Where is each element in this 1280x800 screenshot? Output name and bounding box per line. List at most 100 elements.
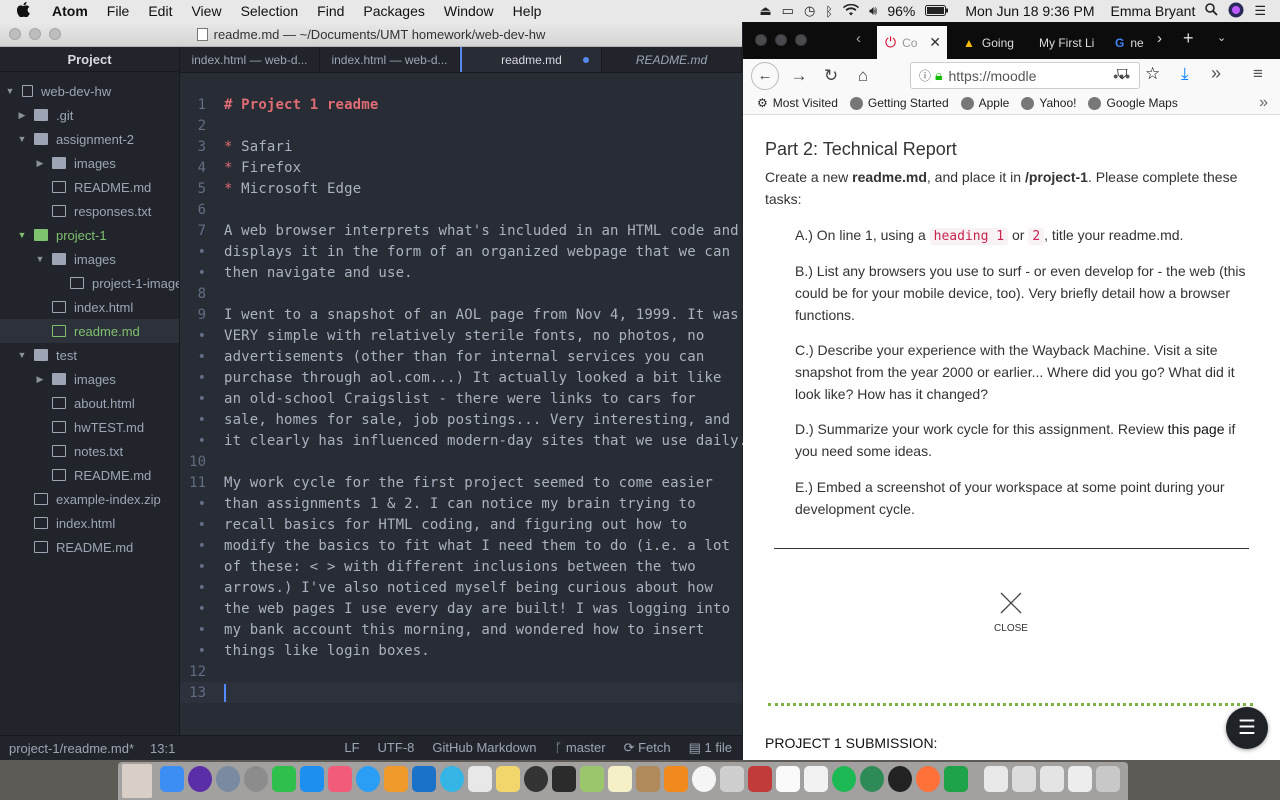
user-name[interactable]: Emma Bryant (1111, 3, 1196, 19)
atom-app-icon[interactable] (860, 766, 884, 792)
maps-icon[interactable] (580, 766, 604, 792)
tree-item-web-dev-hw[interactable]: ▼ web-dev-hw (0, 79, 179, 103)
tree-item-responses[interactable]: responses.txt (0, 199, 179, 223)
tab-scroll-left-icon[interactable]: ‹ (856, 30, 861, 47)
xcode-icon[interactable] (412, 766, 436, 792)
drive-icon[interactable]: ⏏ (759, 3, 771, 19)
menu-help[interactable]: Help (513, 3, 542, 19)
volume-icon[interactable]: 🔊︎ (869, 3, 877, 19)
stickies-icon[interactable] (608, 766, 632, 792)
browser-tab-google[interactable]: G ne (1109, 26, 1153, 59)
tree-item-readme[interactable]: README.md (0, 463, 179, 487)
zoom-window-button[interactable] (795, 34, 807, 46)
tree-item-index-html[interactable]: index.html (0, 511, 179, 535)
tree-item-index-html[interactable]: index.html (0, 295, 179, 319)
photos-icon[interactable] (692, 766, 716, 792)
calendar-date-icon[interactable] (776, 766, 800, 792)
browser-tab-my-first[interactable]: My First Li (1031, 26, 1103, 59)
siri-icon[interactable] (188, 766, 212, 792)
tab-list-icon[interactable]: ⌄ (1217, 31, 1226, 44)
tree-item-example-index-zip[interactable]: example-index.zip (0, 487, 179, 511)
photo-thumbnail-icon[interactable] (122, 764, 152, 798)
hamburger-menu-icon[interactable]: ≡ (1253, 64, 1263, 84)
status-fetch[interactable]: ⟳ Fetch (624, 740, 671, 756)
books-icon[interactable] (384, 766, 408, 792)
status-encoding[interactable]: UTF-8 (378, 740, 415, 756)
menu-packages[interactable]: Packages (363, 3, 424, 19)
bookmark-yahoo[interactable]: Yahoo! (1021, 96, 1076, 110)
status-grammar[interactable]: GitHub Markdown (432, 740, 536, 756)
tab-readme-md-active[interactable]: readme.md (460, 47, 602, 72)
tree-item-project-1-image[interactable]: project-1-image (0, 271, 179, 295)
url-bar[interactable]: ⓘ 🔒︎ https://moodle ••• (910, 62, 1140, 89)
status-file-path[interactable]: project-1/readme.md* (9, 741, 134, 756)
menu-atom[interactable]: Atom (52, 3, 88, 19)
menu-selection[interactable]: Selection (241, 3, 299, 19)
menu-find[interactable]: Find (317, 3, 344, 19)
skype-icon[interactable] (440, 766, 464, 792)
close-button[interactable]: CLOSE (989, 592, 1033, 635)
tree-item-test[interactable]: ▼ test (0, 343, 179, 367)
tree-item-images[interactable]: ▼ images (0, 247, 179, 271)
tree-item-readme-md-selected[interactable]: readme.md (0, 319, 179, 343)
tab-index-html-1[interactable]: index.html — web-d... (180, 47, 320, 72)
status-cursor-position[interactable]: 13:1 (150, 741, 175, 756)
messages-icon[interactable] (272, 766, 296, 792)
tree-item-assignment-2[interactable]: ▼ assignment-2 (0, 127, 179, 151)
bookmark-getting-started[interactable]: Getting Started (849, 96, 949, 110)
spotify-icon[interactable] (832, 766, 856, 792)
time-machine-icon[interactable]: ◷ (804, 3, 815, 19)
airplay-icon[interactable]: ▭ (782, 3, 794, 19)
folder-stack-icon[interactable] (1040, 766, 1064, 792)
clock[interactable]: Mon Jun 18 9:36 PM (965, 3, 1094, 19)
notes-icon[interactable] (496, 766, 520, 792)
menu-view[interactable]: View (191, 3, 221, 19)
bluetooth-icon[interactable]: ᛒ (825, 4, 833, 19)
notification-center-icon[interactable]: ☰ (1254, 3, 1266, 19)
bookmarks-overflow-icon[interactable]: » (1259, 94, 1268, 112)
calendar-icon[interactable] (468, 766, 492, 792)
menu-window[interactable]: Window (444, 3, 494, 19)
vlc-icon[interactable] (664, 766, 688, 792)
downloads-icon[interactable]: ⤓ (1181, 64, 1189, 84)
tree-item-hwtest-md[interactable]: hwTEST.md (0, 415, 179, 439)
reload-button[interactable]: ↻ (819, 66, 843, 86)
status-line-ending[interactable]: LF (344, 740, 359, 756)
minimize-window-button[interactable] (775, 34, 787, 46)
minimize-window-button[interactable] (29, 28, 41, 40)
overflow-icon[interactable]: » (1211, 63, 1221, 84)
tree-item-images[interactable]: ▶ images (0, 367, 179, 391)
close-tab-icon[interactable]: ✕ (929, 34, 941, 51)
github-icon[interactable] (888, 766, 912, 792)
tab-scroll-right-icon[interactable]: › (1157, 30, 1162, 47)
screenshots-stack-icon[interactable] (1068, 766, 1092, 792)
music-icon[interactable] (328, 766, 352, 792)
tree-item-images[interactable]: ▶ images (0, 151, 179, 175)
safari-icon[interactable] (356, 766, 380, 792)
tree-item-readme[interactable]: README.md (0, 175, 179, 199)
spotlight-search-icon[interactable] (1205, 3, 1218, 19)
siri-icon[interactable] (1228, 2, 1244, 21)
home-button[interactable]: ⌂ (851, 66, 875, 86)
browser-tab-moodle-active[interactable]: ⏻ Co ✕ (877, 26, 947, 59)
reminders-icon[interactable] (804, 766, 828, 792)
help-icon[interactable] (720, 766, 744, 792)
archive-icon[interactable] (636, 766, 660, 792)
camera-icon[interactable] (524, 766, 548, 792)
tab-index-html-2[interactable]: index.html — web-d... (320, 47, 460, 72)
menu-edit[interactable]: Edit (148, 3, 172, 19)
photo-booth-icon[interactable] (748, 766, 772, 792)
tab-readme-md-preview[interactable]: README.md (602, 47, 742, 72)
wifi-icon[interactable] (843, 3, 860, 19)
documents-stack-icon[interactable] (984, 766, 1008, 792)
activity-monitor-icon[interactable] (552, 766, 576, 792)
spreadsheet-icon[interactable] (944, 766, 968, 792)
system-preferences-icon[interactable] (244, 766, 268, 792)
menu-fab-button[interactable]: ☰ (1226, 707, 1268, 749)
tree-item-readme[interactable]: README.md (0, 535, 179, 559)
downloads-stack-icon[interactable] (1012, 766, 1036, 792)
trash-icon[interactable] (1096, 766, 1120, 792)
tree-item-project-1[interactable]: ▼ project-1 (0, 223, 179, 247)
this-page-link[interactable]: this page (1168, 421, 1225, 437)
menu-file[interactable]: File (107, 3, 130, 19)
